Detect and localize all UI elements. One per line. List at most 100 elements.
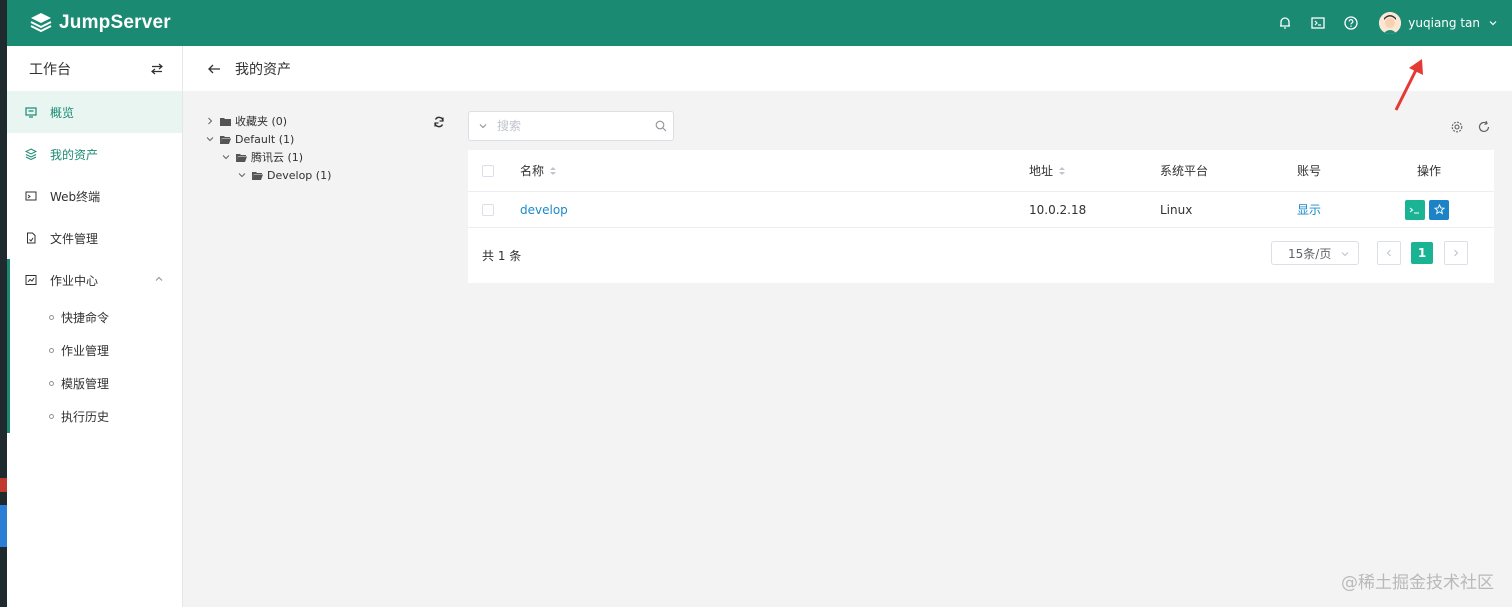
sidebar-item-label: 我的资产 <box>50 147 99 162</box>
sidebar-subitem-label: 执行历史 <box>61 410 110 424</box>
sidebar-item-my-assets[interactable]: 我的资产 <box>7 133 182 175</box>
asset-platform: Linux <box>1160 202 1193 217</box>
page-title: 我的资产 <box>235 61 291 78</box>
terminal-prompt-icon <box>1409 207 1419 214</box>
sidebar-subitem-job-manage[interactable]: 作业管理 <box>10 334 182 367</box>
monitor-icon <box>25 106 37 118</box>
bullet-icon <box>49 414 54 419</box>
asset-table-card: 名称 地址 系统平台 账号 操作 develop 10.0.2.18 Linux… <box>468 150 1494 283</box>
prev-page-button[interactable] <box>1377 241 1401 265</box>
terminal-icon[interactable] <box>1310 15 1326 31</box>
refresh-icon[interactable] <box>1477 120 1491 134</box>
chevron-right-icon <box>1454 249 1459 257</box>
show-account-link[interactable]: 显示 <box>1297 201 1321 218</box>
chevron-up-icon <box>155 276 163 281</box>
table-tools-refresh <box>1477 120 1491 134</box>
bullet-icon <box>49 348 54 353</box>
bullet-icon <box>49 315 54 320</box>
back-arrow-icon[interactable] <box>207 62 221 76</box>
search-input[interactable] <box>497 113 649 139</box>
sidebar-item-label: 概览 <box>50 105 75 120</box>
chevron-left-icon <box>1386 249 1391 257</box>
next-page-button[interactable] <box>1444 241 1468 265</box>
tree-node-label: Default (1) <box>235 132 295 146</box>
sidebar-header: 工作台 <box>7 46 182 91</box>
chevron-down-icon[interactable] <box>205 135 215 143</box>
sidebar-subitem-template-manage[interactable]: 模版管理 <box>10 367 182 400</box>
sidebar-item-label: Web终端 <box>50 189 101 204</box>
connect-terminal-button[interactable] <box>1405 199 1425 220</box>
sidebar-group-job-center: 作业中心 快捷命令 作业管理 模版管理 执行历史 <box>7 259 182 433</box>
sidebar-item-overview[interactable]: 概览 <box>7 91 182 133</box>
sidebar-subitem-label: 模版管理 <box>61 377 110 391</box>
swap-view-icon[interactable] <box>150 62 164 76</box>
search-box <box>468 111 674 141</box>
column-header-platform: 系统平台 <box>1160 164 1209 178</box>
tree-node-tencent-cloud[interactable]: 腾讯云 (1) <box>205 148 450 166</box>
folder-open-icon <box>220 135 231 144</box>
sidebar-item-label: 文件管理 <box>50 231 99 246</box>
job-icon <box>25 274 37 286</box>
sidebar-subitem-quick-command[interactable]: 快捷命令 <box>10 301 182 334</box>
row-actions <box>1405 199 1453 220</box>
user-menu[interactable]: yuqiang tan <box>1379 12 1498 34</box>
help-icon[interactable] <box>1343 15 1359 31</box>
gear-icon[interactable] <box>1450 120 1464 134</box>
asset-name-link[interactable]: develop <box>520 203 568 217</box>
search-icon[interactable] <box>649 120 673 132</box>
sort-icon[interactable] <box>1058 165 1066 177</box>
table-row: develop 10.0.2.18 Linux 显示 <box>468 192 1494 228</box>
terminal-icon <box>25 190 37 202</box>
sidebar: 工作台 概览 我的资产 Web终端 文件管理 作业中心 快捷命令 作业管理 模版… <box>7 46 183 607</box>
background-window-edge <box>0 0 7 607</box>
sidebar-item-file-manager[interactable]: 文件管理 <box>7 217 182 259</box>
column-header-address[interactable]: 地址 <box>1029 162 1066 179</box>
sidebar-title: 工作台 <box>29 61 71 78</box>
user-name: yuqiang tan <box>1408 16 1480 30</box>
chevron-down-icon[interactable] <box>237 171 247 179</box>
tree-node-favorites[interactable]: 收藏夹 (0) <box>205 112 450 130</box>
tree-node-label: Develop (1) <box>267 168 332 182</box>
row-checkbox[interactable] <box>482 203 494 216</box>
top-header: JumpServer yuqiang tan <box>7 0 1512 46</box>
asset-address: 10.0.2.18 <box>1029 202 1087 217</box>
search-filter-dropdown[interactable] <box>469 121 497 131</box>
file-icon <box>25 232 37 244</box>
folder-open-icon <box>236 153 247 162</box>
page-number-current[interactable]: 1 <box>1411 242 1433 264</box>
tree-node-develop[interactable]: Develop (1) <box>205 166 450 184</box>
sidebar-item-label: 作业中心 <box>50 273 99 288</box>
folder-open-icon <box>252 171 263 180</box>
brand-logo[interactable]: JumpServer <box>29 11 171 35</box>
chevron-down-icon[interactable] <box>221 153 231 161</box>
annotation-arrow-icon <box>1394 59 1423 111</box>
page-header: 我的资产 <box>183 46 1512 91</box>
column-header-actions: 操作 <box>1417 164 1442 178</box>
layers-icon <box>25 148 37 160</box>
chevron-right-icon[interactable] <box>205 117 215 125</box>
table-header: 名称 地址 系统平台 账号 操作 <box>468 150 1494 192</box>
column-header-name[interactable]: 名称 <box>520 162 557 179</box>
avatar <box>1379 12 1402 34</box>
bullet-icon <box>49 381 54 386</box>
sidebar-item-job-center[interactable]: 作业中心 <box>10 259 182 301</box>
table-tools <box>1450 120 1464 134</box>
tree-node-label: 收藏夹 (0) <box>235 115 288 128</box>
tree-node-label: 腾讯云 (1) <box>251 151 304 164</box>
watermark: @稀土掘金技术社区 <box>1341 573 1494 593</box>
sort-icon[interactable] <box>549 165 557 177</box>
star-icon <box>1433 204 1445 215</box>
select-all-checkbox[interactable] <box>482 164 494 177</box>
page-size-select[interactable]: 15条/页 <box>1271 241 1359 265</box>
column-header-label: 名称 <box>520 164 545 178</box>
favorite-button[interactable] <box>1429 199 1449 220</box>
folder-icon <box>220 117 231 126</box>
bell-icon[interactable] <box>1277 15 1293 31</box>
refresh-icon[interactable] <box>433 116 445 128</box>
table-total: 共 1 条 <box>482 249 522 263</box>
column-header-label: 地址 <box>1029 164 1054 178</box>
page-size-value: 15条/页 <box>1288 246 1332 261</box>
tree-node-default[interactable]: Default (1) <box>205 130 450 148</box>
sidebar-subitem-exec-history[interactable]: 执行历史 <box>10 400 182 433</box>
sidebar-item-web-terminal[interactable]: Web终端 <box>7 175 182 217</box>
